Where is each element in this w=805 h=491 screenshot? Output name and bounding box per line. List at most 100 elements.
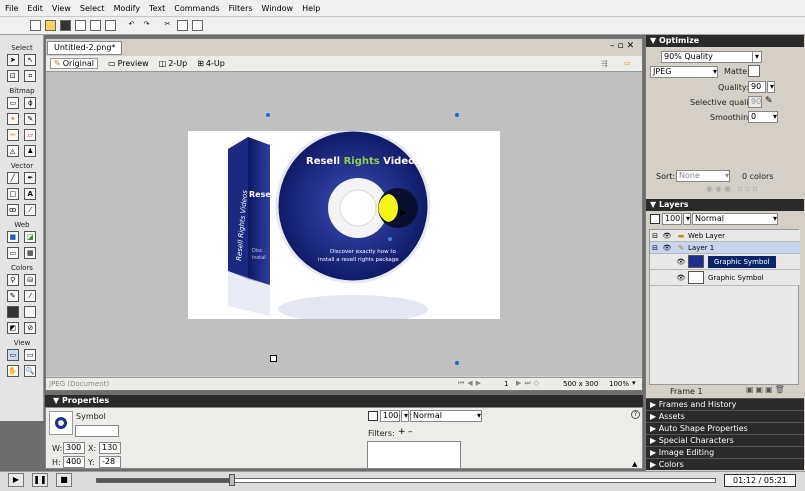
print-icon[interactable]	[105, 20, 116, 31]
menu-view[interactable]: View	[52, 4, 71, 13]
freeform-tool-icon[interactable]: ꝏ	[6, 204, 19, 216]
text-tool-icon[interactable]: A	[24, 188, 37, 200]
stroke-color-icon[interactable]: ✎	[6, 290, 19, 302]
pause-button[interactable]: ❚❚	[32, 473, 48, 487]
no-color-icon[interactable]: ⊘	[24, 322, 37, 334]
eraser-tool-icon[interactable]: ▱	[24, 129, 37, 141]
menu-window[interactable]: Window	[262, 4, 294, 13]
hand-tool-icon[interactable]: ✋	[6, 365, 19, 377]
eye-icon[interactable]: 👁	[674, 258, 688, 266]
layer-opacity-field[interactable]: 100	[662, 213, 682, 225]
panel-colors[interactable]: ▶ Colors	[646, 458, 804, 470]
optimize-preset-select[interactable]: 90% Quality	[661, 51, 761, 63]
open-folder-icon[interactable]	[45, 20, 56, 31]
width-field[interactable]: 300	[63, 442, 85, 454]
opacity-dropdown[interactable]: ▾	[401, 410, 409, 422]
matte-swatch[interactable]	[748, 65, 760, 77]
panel-image-editing[interactable]: ▶ Image Editing	[646, 446, 804, 458]
quick-export-icon[interactable]: ⇶	[601, 59, 608, 68]
hide-slices-icon[interactable]: ▭	[6, 247, 19, 259]
color-table-tools-icon[interactable]: ◉◉◉ ▫▫▫	[706, 184, 760, 193]
paste-icon[interactable]	[192, 20, 203, 31]
menu-modify[interactable]: Modify	[114, 4, 141, 13]
play-button[interactable]: ▶	[8, 473, 24, 487]
import-icon[interactable]	[75, 20, 86, 31]
paint-bucket-icon[interactable]: ⛁	[24, 274, 37, 286]
layer-row-layer1[interactable]: ⊟ 👁 ✎ Layer 1	[650, 242, 800, 254]
line-tool-icon[interactable]: ╱	[6, 172, 19, 184]
standard-screen-icon[interactable]: ▭	[6, 349, 19, 361]
add-filter-icon[interactable]: +	[398, 427, 406, 437]
default-colors-icon[interactable]: ◩	[6, 322, 19, 334]
panel-frames-history[interactable]: ▶ Frames and History	[646, 398, 804, 410]
new-file-icon[interactable]	[30, 20, 41, 31]
export-preview-icon[interactable]: ⇨	[624, 59, 631, 68]
menu-commands[interactable]: Commands	[174, 4, 219, 13]
x-field[interactable]: 130	[99, 442, 121, 454]
undo-icon[interactable]: ↶	[126, 20, 137, 31]
pencil-tool-icon[interactable]: ✏	[6, 129, 19, 141]
optimize-preset-dropdown[interactable]: ▾	[752, 51, 762, 63]
blur-tool-icon[interactable]: ◬	[6, 145, 19, 157]
marquee-tool-icon[interactable]: ▭	[6, 97, 19, 109]
properties-header[interactable]: ▼ Properties	[45, 395, 643, 407]
knife-tool-icon[interactable]: ⁄	[24, 204, 37, 216]
rubber-stamp-icon[interactable]: ♟	[24, 145, 37, 157]
menu-filters[interactable]: Filters	[229, 4, 253, 13]
selection-handle[interactable]	[455, 113, 459, 117]
remove-filter-icon[interactable]: –	[408, 427, 413, 437]
seek-track[interactable]	[96, 478, 716, 483]
optimize-header[interactable]: ▼ Optimize	[646, 35, 804, 47]
layer-row-symbol-2[interactable]: 👁 Graphic Symbol	[650, 270, 800, 286]
layer-row-symbol-1[interactable]: 👁 Graphic Symbol	[650, 254, 800, 270]
pointer-tool-icon[interactable]: ➤	[6, 54, 19, 66]
restore-icon[interactable]: ▫	[618, 41, 627, 51]
crop-tool-icon[interactable]: ⌗	[24, 70, 37, 82]
menu-edit[interactable]: Edit	[27, 4, 43, 13]
subselect-tool-icon[interactable]: ↖	[24, 54, 37, 66]
zoom-tool-icon[interactable]: 🔍	[24, 365, 37, 377]
layer-tools-icon[interactable]: ▣▣▣🗑	[746, 385, 787, 394]
document-tab[interactable]: Untitled-2.png*	[47, 41, 123, 55]
export-icon[interactable]	[90, 20, 101, 31]
fill-swatch-icon[interactable]	[6, 306, 19, 318]
zoom-level[interactable]: 100%	[609, 380, 629, 388]
help-icon[interactable]: ?	[631, 410, 640, 419]
eye-icon[interactable]: 👁	[674, 274, 688, 282]
menu-file[interactable]: File	[5, 4, 18, 13]
selection-handle[interactable]	[266, 113, 270, 117]
symbol-name-field[interactable]	[75, 425, 119, 437]
fill-color-icon[interactable]: ⁄	[24, 290, 37, 302]
copy-icon[interactable]	[177, 20, 188, 31]
tab-2up[interactable]: ◫ 2-Up	[159, 59, 187, 68]
height-field[interactable]: 400	[63, 456, 85, 468]
selection-handle[interactable]	[455, 361, 459, 365]
rectangle-tool-icon[interactable]: □	[6, 188, 19, 200]
brush-tool-icon[interactable]: ✎	[24, 113, 37, 125]
layer-blend-select[interactable]: Normal ▾	[692, 213, 778, 225]
stroke-swatch-icon[interactable]	[24, 306, 37, 318]
quality-stepper[interactable]: ▾	[767, 81, 775, 93]
menu-text[interactable]: Text	[149, 4, 165, 13]
panel-special-characters[interactable]: ▶ Special Characters	[646, 434, 804, 446]
edit-selective-icon[interactable]: ✎	[765, 96, 773, 106]
hotspot-tool-icon[interactable]: ■	[6, 231, 19, 243]
collapse-icon[interactable]: ▲	[632, 460, 637, 468]
lasso-tool-icon[interactable]: ϕ	[24, 97, 37, 109]
quality-field[interactable]: 90	[748, 81, 766, 93]
close-icon[interactable]: ✕	[627, 41, 638, 51]
menu-help[interactable]: Help	[302, 4, 320, 13]
chevron-down-icon[interactable]: ▾	[632, 379, 636, 387]
redo-icon[interactable]: ↷	[141, 20, 152, 31]
eyedropper-tool-icon[interactable]: ⚲	[6, 274, 19, 286]
scale-tool-icon[interactable]: ⊡	[6, 70, 19, 82]
blend-mode-select[interactable]: Normal ▾	[410, 410, 482, 422]
pen-tool-icon[interactable]: ✒	[24, 172, 37, 184]
opacity-field[interactable]: 100	[380, 410, 400, 422]
expand-icon[interactable]: ⊟	[650, 232, 660, 240]
tab-4up[interactable]: ⊞ 4-Up	[197, 59, 225, 68]
magic-wand-icon[interactable]: ✦	[6, 113, 19, 125]
y-field[interactable]: -28	[99, 456, 121, 468]
eye-icon[interactable]: 👁	[660, 244, 674, 252]
panel-assets[interactable]: ▶ Assets	[646, 410, 804, 422]
